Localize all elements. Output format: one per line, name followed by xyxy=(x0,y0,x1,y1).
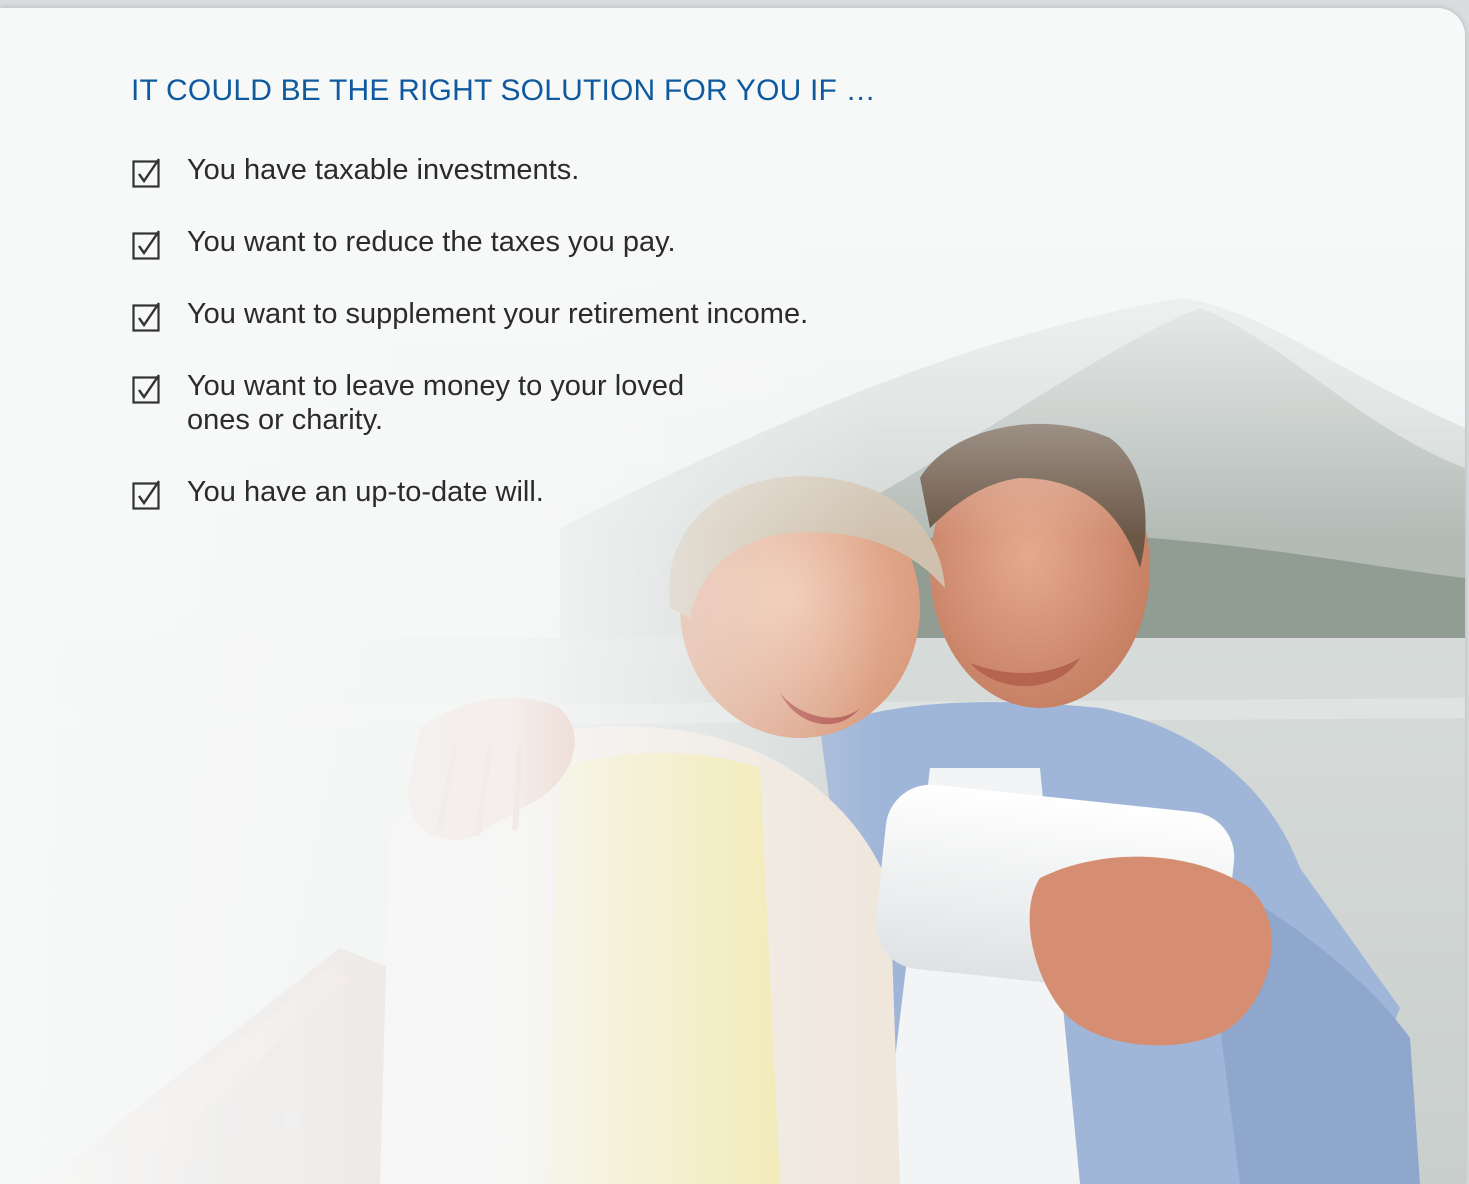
brochure-page: IT COULD BE THE RIGHT SOLUTION FOR YOU I… xyxy=(0,8,1465,1184)
checklist-item-text: You want to leave money to your loved on… xyxy=(187,370,685,436)
checklist-item-text: You want to supplement your retirement i… xyxy=(187,298,809,330)
checked-checkbox-icon xyxy=(132,302,160,332)
checklist-item: You want to leave money to your loved on… xyxy=(132,369,808,437)
checklist-item: You have an up-to-date will. xyxy=(132,475,808,510)
checked-checkbox-icon xyxy=(132,230,160,260)
checklist-item: You want to reduce the taxes you pay. xyxy=(132,225,808,260)
section-heading: IT COULD BE THE RIGHT SOLUTION FOR YOU I… xyxy=(131,74,876,107)
checklist-item-text: You have an up-to-date will. xyxy=(187,476,544,508)
checklist-item-text: You want to reduce the taxes you pay. xyxy=(187,226,676,258)
checklist-item-text: You have taxable investments. xyxy=(187,154,580,186)
checklist-item: You have taxable investments. xyxy=(132,153,808,188)
checked-checkbox-icon xyxy=(132,480,160,510)
checked-checkbox-icon xyxy=(132,158,160,188)
checked-checkbox-icon xyxy=(132,374,160,404)
checklist-item: You want to supplement your retirement i… xyxy=(132,297,809,332)
criteria-checklist: You have taxable investments. You want t… xyxy=(132,153,809,510)
